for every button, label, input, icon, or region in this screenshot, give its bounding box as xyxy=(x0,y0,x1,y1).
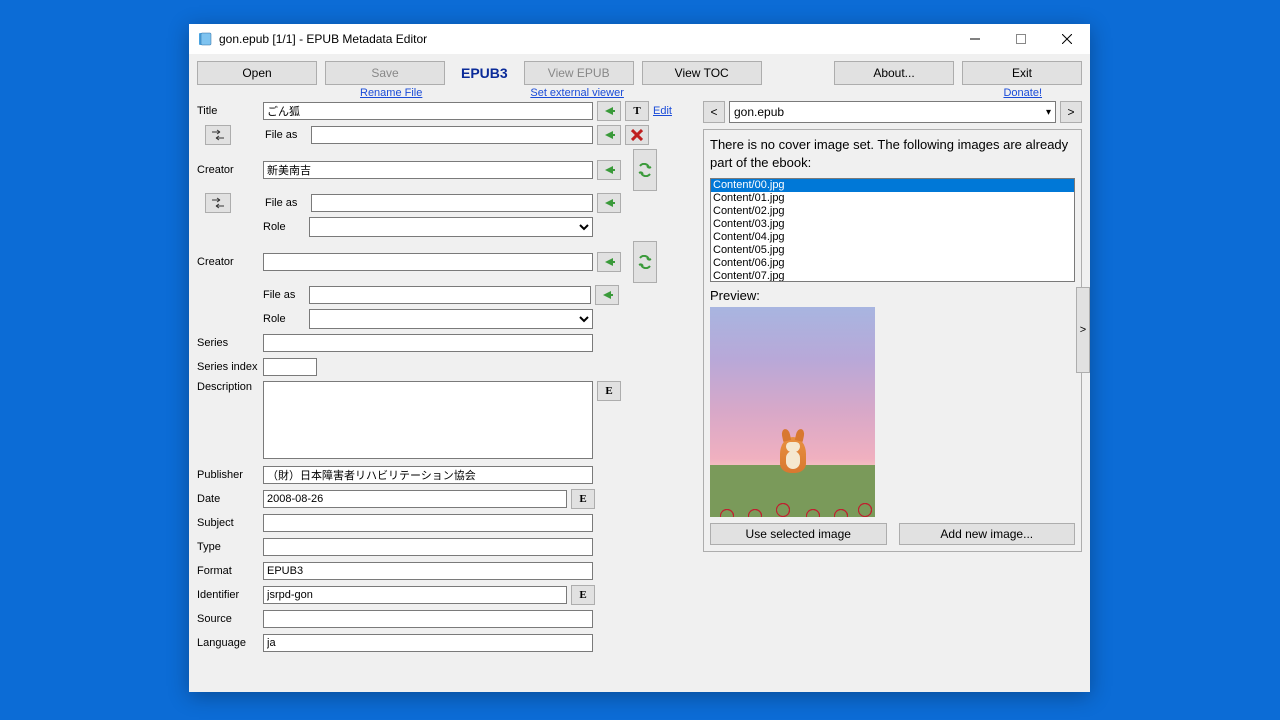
subject-input[interactable] xyxy=(263,514,593,532)
expand-panel-button[interactable]: > xyxy=(1076,287,1090,373)
file-selector-value: gon.epub xyxy=(734,105,784,119)
toolbar: Open Save EPUB3 View EPUB View TOC About… xyxy=(189,54,1090,87)
creator2-fileas-input[interactable] xyxy=(309,286,591,304)
about-button[interactable]: About... xyxy=(834,61,954,85)
creator2-input[interactable] xyxy=(263,253,593,271)
image-list-item[interactable]: Content/02.jpg xyxy=(711,205,1074,218)
titlebar: gon.epub [1/1] - EPUB Metadata Editor xyxy=(189,24,1090,54)
fileas1-delete-icon[interactable] xyxy=(625,125,649,145)
format-input[interactable] xyxy=(263,562,593,580)
swap-creator1-icon[interactable] xyxy=(205,193,231,213)
image-list-item[interactable]: Content/07.jpg xyxy=(711,270,1074,282)
type-input[interactable] xyxy=(263,538,593,556)
label-language: Language xyxy=(197,637,259,649)
description-edit-icon[interactable]: E xyxy=(597,381,621,401)
close-button[interactable] xyxy=(1044,24,1090,54)
label-description: Description xyxy=(197,381,259,393)
fileas3-apply-icon[interactable] xyxy=(595,285,619,305)
identifier-edit-icon[interactable]: E xyxy=(571,585,595,605)
app-window: gon.epub [1/1] - EPUB Metadata Editor Op… xyxy=(189,24,1090,692)
maximize-button[interactable] xyxy=(998,24,1044,54)
label-title: Title xyxy=(197,105,259,117)
title-input[interactable] xyxy=(263,102,593,120)
image-list-item[interactable]: Content/03.jpg xyxy=(711,218,1074,231)
date-edit-icon[interactable]: E xyxy=(571,489,595,509)
exit-button[interactable]: Exit xyxy=(962,61,1082,85)
save-button[interactable]: Save xyxy=(325,61,445,85)
preview-label: Preview: xyxy=(710,288,1075,303)
image-list-item[interactable]: Content/01.jpg xyxy=(711,192,1074,205)
label-fileas-3: File as xyxy=(263,289,305,301)
identifier-input[interactable] xyxy=(263,586,567,604)
creator1-role-select[interactable] xyxy=(309,217,593,237)
image-list-item[interactable]: Content/06.jpg xyxy=(711,257,1074,270)
creator1-apply-icon[interactable] xyxy=(597,160,621,180)
use-selected-button[interactable]: Use selected image xyxy=(710,523,887,545)
image-list-item[interactable]: Content/05.jpg xyxy=(711,244,1074,257)
label-series-index: Series index xyxy=(197,361,259,373)
app-icon xyxy=(197,31,213,47)
label-publisher: Publisher xyxy=(197,469,259,481)
creator2-refresh-icon[interactable] xyxy=(633,241,657,283)
cover-panel-area: < gon.epub ▾ > There is no cover image s… xyxy=(703,101,1082,657)
add-new-image-button[interactable]: Add new image... xyxy=(899,523,1076,545)
image-list[interactable]: Content/00.jpgContent/01.jpgContent/02.j… xyxy=(710,178,1075,282)
cover-panel: There is no cover image set. The followi… xyxy=(703,129,1082,552)
sublink-row: Rename File Set external viewer Donate! xyxy=(189,87,1090,101)
label-series: Series xyxy=(197,337,259,349)
file-selector[interactable]: gon.epub ▾ xyxy=(729,101,1056,123)
series-input[interactable] xyxy=(263,334,593,352)
creator2-apply-icon[interactable] xyxy=(597,252,621,272)
donate-link[interactable]: Donate! xyxy=(1003,87,1042,99)
cover-message: There is no cover image set. The followi… xyxy=(710,136,1075,172)
title-fileas-input[interactable] xyxy=(311,126,593,144)
prev-file-button[interactable]: < xyxy=(703,101,725,123)
source-input[interactable] xyxy=(263,610,593,628)
label-fileas-2: File as xyxy=(265,197,307,209)
label-identifier: Identifier xyxy=(197,589,259,601)
publisher-input[interactable] xyxy=(263,466,593,484)
next-file-button[interactable]: > xyxy=(1060,101,1082,123)
title-text-icon[interactable]: T xyxy=(625,101,649,121)
label-creator-2: Creator xyxy=(197,256,259,268)
label-subject: Subject xyxy=(197,517,259,529)
label-role-2: Role xyxy=(263,313,305,325)
set-viewer-link[interactable]: Set external viewer xyxy=(530,87,624,99)
image-list-item[interactable]: Content/04.jpg xyxy=(711,231,1074,244)
label-fileas-1: File as xyxy=(265,129,307,141)
swap-title-icon[interactable] xyxy=(205,125,231,145)
title-apply-icon[interactable] xyxy=(597,101,621,121)
creator2-role-select[interactable] xyxy=(309,309,593,329)
language-input[interactable] xyxy=(263,634,593,652)
window-title: gon.epub [1/1] - EPUB Metadata Editor xyxy=(219,32,952,46)
fileas1-apply-icon[interactable] xyxy=(597,125,621,145)
label-role-1: Role xyxy=(263,221,305,233)
creator1-refresh-icon[interactable] xyxy=(633,149,657,191)
preview-image xyxy=(710,307,875,517)
metadata-form: Title T Edit File as Creator xyxy=(197,101,697,657)
image-list-item[interactable]: Content/00.jpg xyxy=(711,179,1074,192)
label-format: Format xyxy=(197,565,259,577)
title-edit-link[interactable]: Edit xyxy=(653,105,672,117)
creator1-input[interactable] xyxy=(263,161,593,179)
label-creator-1: Creator xyxy=(197,164,259,176)
minimize-button[interactable] xyxy=(952,24,998,54)
creator1-fileas-input[interactable] xyxy=(311,194,593,212)
view-epub-button[interactable]: View EPUB xyxy=(524,61,634,85)
description-input[interactable] xyxy=(263,381,593,459)
view-toc-button[interactable]: View TOC xyxy=(642,61,762,85)
label-date: Date xyxy=(197,493,259,505)
epub3-badge: EPUB3 xyxy=(453,61,516,85)
open-button[interactable]: Open xyxy=(197,61,317,85)
chevron-down-icon: ▾ xyxy=(1046,107,1051,118)
rename-file-link[interactable]: Rename File xyxy=(360,87,422,99)
label-type: Type xyxy=(197,541,259,553)
series-index-input[interactable] xyxy=(263,358,317,376)
fileas2-apply-icon[interactable] xyxy=(597,193,621,213)
label-source: Source xyxy=(197,613,259,625)
date-input[interactable] xyxy=(263,490,567,508)
